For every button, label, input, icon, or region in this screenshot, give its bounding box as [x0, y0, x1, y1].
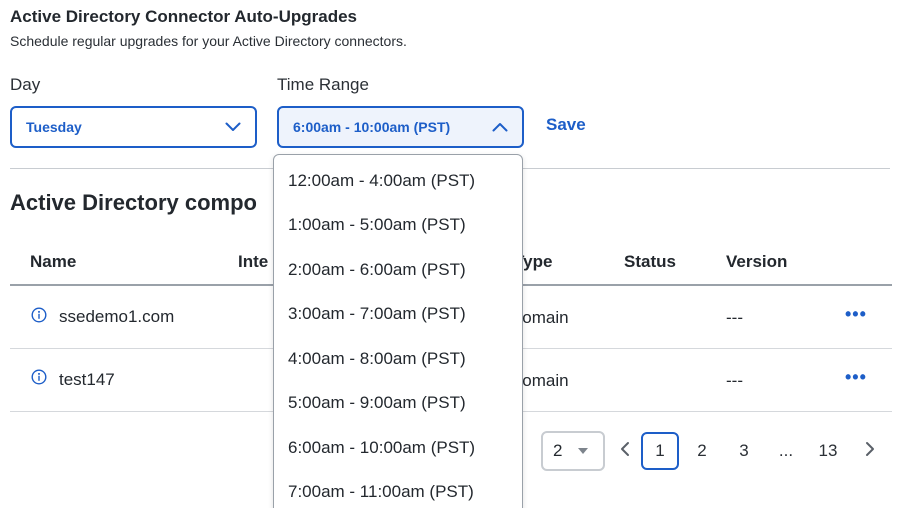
- time-range-option[interactable]: 1:00am - 5:00am (PST): [288, 215, 466, 235]
- info-icon[interactable]: [31, 369, 47, 385]
- page-size-select[interactable]: 2: [541, 431, 605, 471]
- time-range-option[interactable]: 4:00am - 8:00am (PST): [288, 349, 466, 369]
- section-title: Active Directory compo: [10, 190, 257, 215]
- column-header-interface[interactable]: Inte: [238, 252, 268, 272]
- caret-down-icon: [577, 442, 589, 460]
- time-range-label: Time Range: [277, 75, 369, 94]
- row-version: ---: [726, 308, 743, 327]
- column-header-version[interactable]: Version: [726, 252, 787, 272]
- time-range-option-selected[interactable]: 6:00am - 10:00am (PST): [288, 438, 475, 458]
- info-icon[interactable]: [31, 307, 47, 323]
- row-actions-more-icon[interactable]: •••: [845, 367, 867, 388]
- save-button[interactable]: Save: [546, 115, 586, 135]
- time-range-option[interactable]: 3:00am - 7:00am (PST): [288, 304, 466, 324]
- previous-page-button[interactable]: [606, 432, 644, 470]
- time-range-select[interactable]: 6:00am - 10:00am (PST): [277, 106, 524, 148]
- time-range-option[interactable]: 12:00am - 4:00am (PST): [288, 171, 475, 191]
- row-name: ssedemo1.com: [59, 307, 175, 326]
- page-button-2[interactable]: 2: [683, 432, 721, 470]
- page-size-value: 2: [553, 441, 563, 460]
- time-range-dropdown-menu: 12:00am - 4:00am (PST) 1:00am - 5:00am (…: [273, 154, 523, 508]
- chevron-down-icon: [225, 122, 241, 132]
- day-select[interactable]: Tuesday: [10, 106, 257, 148]
- time-range-option[interactable]: 7:00am - 11:00am (PST): [288, 482, 474, 502]
- time-range-option[interactable]: 5:00am - 9:00am (PST): [288, 393, 466, 413]
- row-version: ---: [726, 371, 743, 390]
- page-title: Active Directory Connector Auto-Upgrades: [10, 7, 357, 26]
- row-actions-more-icon[interactable]: •••: [845, 304, 867, 325]
- chevron-left-icon: [620, 441, 630, 462]
- day-label: Day: [10, 75, 41, 94]
- next-page-button[interactable]: [851, 432, 889, 470]
- time-range-select-value: 6:00am - 10:00am (PST): [293, 119, 451, 135]
- column-header-name[interactable]: Name: [30, 252, 76, 272]
- page-subtitle: Schedule regular upgrades for your Activ…: [10, 33, 407, 49]
- page-button-13[interactable]: 13: [809, 432, 847, 470]
- time-range-option[interactable]: 2:00am - 6:00am (PST): [288, 260, 466, 280]
- chevron-right-icon: [865, 441, 875, 462]
- column-header-status[interactable]: Status: [624, 252, 676, 272]
- page-button-3[interactable]: 3: [725, 432, 763, 470]
- row-name: test147: [59, 370, 115, 389]
- page-button-1[interactable]: 1: [641, 432, 679, 470]
- day-select-value: Tuesday: [26, 119, 82, 135]
- page-ellipsis: ...: [778, 441, 794, 460]
- chevron-up-icon: [492, 122, 508, 132]
